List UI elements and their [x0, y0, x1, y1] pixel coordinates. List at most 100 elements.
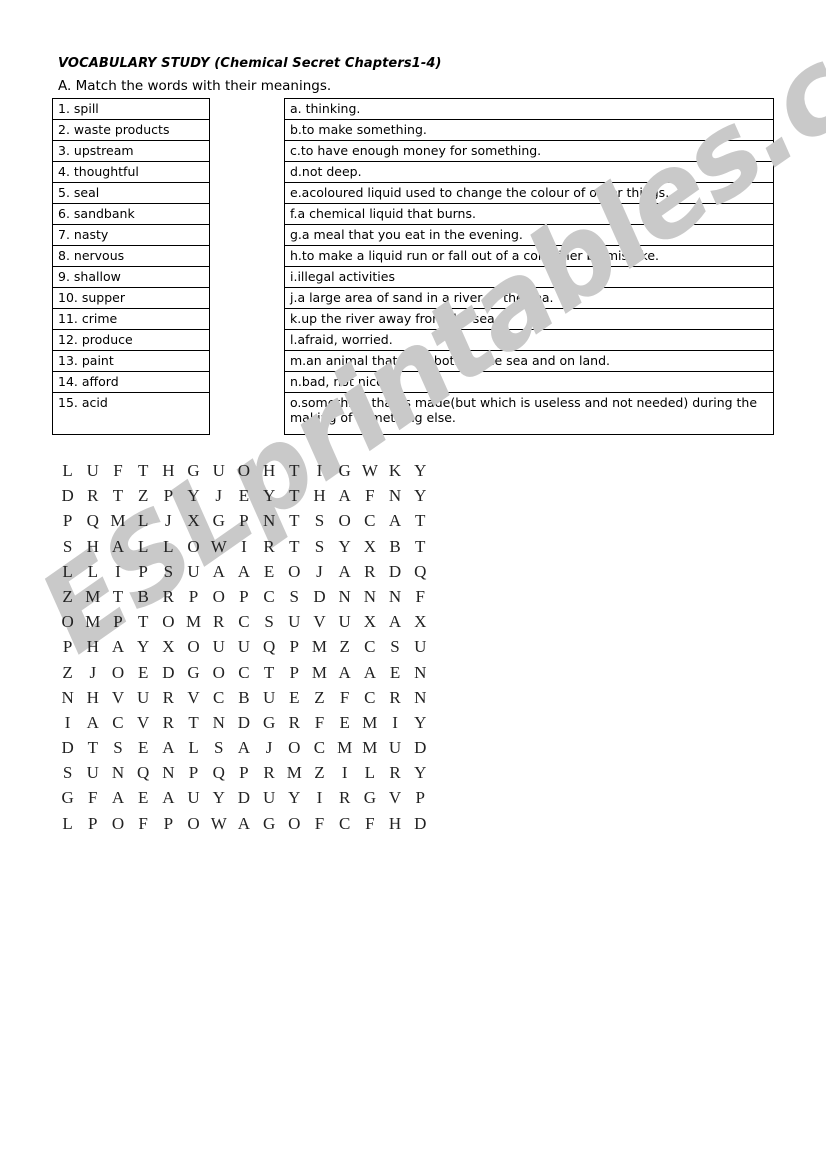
table-cell[interactable]: l.afraid, worried.: [284, 329, 774, 351]
word-search-cell[interactable]: S: [206, 735, 231, 760]
word-search-cell[interactable]: V: [105, 685, 130, 710]
word-search-cell[interactable]: Q: [408, 559, 433, 584]
word-search-cell[interactable]: G: [332, 458, 357, 483]
word-search-cell[interactable]: W: [206, 811, 231, 836]
word-search-cell[interactable]: O: [181, 811, 206, 836]
word-search-cell[interactable]: H: [307, 483, 332, 508]
word-search-cell[interactable]: C: [231, 660, 256, 685]
word-search-cell[interactable]: U: [282, 609, 307, 634]
table-cell[interactable]: n.bad, not nice.: [284, 371, 774, 393]
word-search-cell[interactable]: R: [80, 483, 105, 508]
word-search-cell[interactable]: N: [156, 760, 181, 785]
word-search-cell[interactable]: O: [55, 609, 80, 634]
word-search-cell[interactable]: E: [131, 735, 156, 760]
word-search-cell[interactable]: L: [131, 508, 156, 533]
word-search-cell[interactable]: N: [206, 710, 231, 735]
word-search-cell[interactable]: P: [131, 559, 156, 584]
word-search-cell[interactable]: Y: [131, 634, 156, 659]
word-search-cell[interactable]: Y: [408, 483, 433, 508]
word-search-cell[interactable]: U: [181, 559, 206, 584]
table-cell[interactable]: o.something that is made(but which is us…: [284, 392, 774, 435]
word-search-cell[interactable]: T: [105, 584, 130, 609]
word-search-cell[interactable]: U: [206, 458, 231, 483]
word-search-cell[interactable]: A: [206, 559, 231, 584]
table-cell[interactable]: 6. sandbank: [52, 203, 210, 225]
word-search-cell[interactable]: S: [156, 559, 181, 584]
word-search-cell[interactable]: O: [282, 735, 307, 760]
table-cell[interactable]: m.an animal that lives both in the sea a…: [284, 350, 774, 372]
word-search-cell[interactable]: A: [80, 710, 105, 735]
word-search-cell[interactable]: F: [307, 811, 332, 836]
word-search-cell[interactable]: I: [105, 559, 130, 584]
word-search-cell[interactable]: L: [181, 735, 206, 760]
table-cell[interactable]: 2. waste products: [52, 119, 210, 141]
word-search-cell[interactable]: P: [282, 660, 307, 685]
word-search-cell[interactable]: T: [282, 458, 307, 483]
table-cell[interactable]: 13. paint: [52, 350, 210, 372]
word-search-cell[interactable]: G: [257, 710, 282, 735]
word-search-cell[interactable]: F: [307, 710, 332, 735]
word-search-cell[interactable]: H: [80, 534, 105, 559]
word-search-cell[interactable]: P: [231, 584, 256, 609]
word-search-cell[interactable]: X: [357, 534, 382, 559]
word-search-cell[interactable]: Y: [181, 483, 206, 508]
word-search-cell[interactable]: V: [181, 685, 206, 710]
word-search-cell[interactable]: E: [332, 710, 357, 735]
word-search-cell[interactable]: R: [282, 710, 307, 735]
word-search-cell[interactable]: R: [257, 534, 282, 559]
word-search-cell[interactable]: Y: [206, 785, 231, 810]
word-search-cell[interactable]: U: [206, 634, 231, 659]
word-search-cell[interactable]: F: [357, 483, 382, 508]
word-search-cell[interactable]: S: [257, 609, 282, 634]
word-search-cell[interactable]: R: [206, 609, 231, 634]
word-search-cell[interactable]: G: [55, 785, 80, 810]
word-search-cell[interactable]: N: [357, 584, 382, 609]
word-search-cell[interactable]: O: [156, 609, 181, 634]
word-search-cell[interactable]: N: [332, 584, 357, 609]
word-search-cell[interactable]: C: [231, 609, 256, 634]
word-search-cell[interactable]: R: [382, 685, 407, 710]
word-search-cell[interactable]: Z: [332, 634, 357, 659]
word-search-cell[interactable]: Q: [206, 760, 231, 785]
word-search-cell[interactable]: A: [105, 634, 130, 659]
word-search-cell[interactable]: B: [382, 534, 407, 559]
word-search-cell[interactable]: T: [282, 534, 307, 559]
word-search-cell[interactable]: A: [105, 785, 130, 810]
word-search-cell[interactable]: X: [357, 609, 382, 634]
word-search-cell[interactable]: R: [382, 760, 407, 785]
word-search-cell[interactable]: M: [332, 735, 357, 760]
word-search-cell[interactable]: L: [131, 534, 156, 559]
word-search-cell[interactable]: M: [105, 508, 130, 533]
word-search-cell[interactable]: V: [382, 785, 407, 810]
word-search-cell[interactable]: M: [80, 609, 105, 634]
word-search-cell[interactable]: U: [181, 785, 206, 810]
word-search-cell[interactable]: C: [307, 735, 332, 760]
word-search-cell[interactable]: R: [156, 710, 181, 735]
word-search-cell[interactable]: C: [206, 685, 231, 710]
word-search-cell[interactable]: O: [206, 660, 231, 685]
table-cell[interactable]: 14. afford: [52, 371, 210, 393]
word-search-cell[interactable]: U: [332, 609, 357, 634]
word-search-cell[interactable]: C: [105, 710, 130, 735]
word-search-cell[interactable]: Y: [408, 458, 433, 483]
word-search-cell[interactable]: Q: [80, 508, 105, 533]
word-search-cell[interactable]: J: [206, 483, 231, 508]
table-cell[interactable]: 7. nasty: [52, 224, 210, 246]
word-search-cell[interactable]: P: [105, 609, 130, 634]
word-search-cell[interactable]: O: [206, 584, 231, 609]
word-search-cell[interactable]: R: [156, 685, 181, 710]
word-search-cell[interactable]: F: [332, 685, 357, 710]
word-search-cell[interactable]: L: [156, 534, 181, 559]
word-search-cell[interactable]: Z: [307, 685, 332, 710]
word-search-cell[interactable]: E: [131, 660, 156, 685]
word-search-cell[interactable]: P: [181, 584, 206, 609]
word-search-cell[interactable]: D: [231, 710, 256, 735]
word-search-cell[interactable]: G: [181, 660, 206, 685]
table-cell[interactable]: h.to make a liquid run or fall out of a …: [284, 245, 774, 267]
word-search-cell[interactable]: T: [408, 508, 433, 533]
word-search-cell[interactable]: I: [332, 760, 357, 785]
word-search-cell[interactable]: E: [257, 559, 282, 584]
word-search-cell[interactable]: A: [332, 660, 357, 685]
word-search-cell[interactable]: J: [156, 508, 181, 533]
table-cell[interactable]: b.to make something.: [284, 119, 774, 141]
